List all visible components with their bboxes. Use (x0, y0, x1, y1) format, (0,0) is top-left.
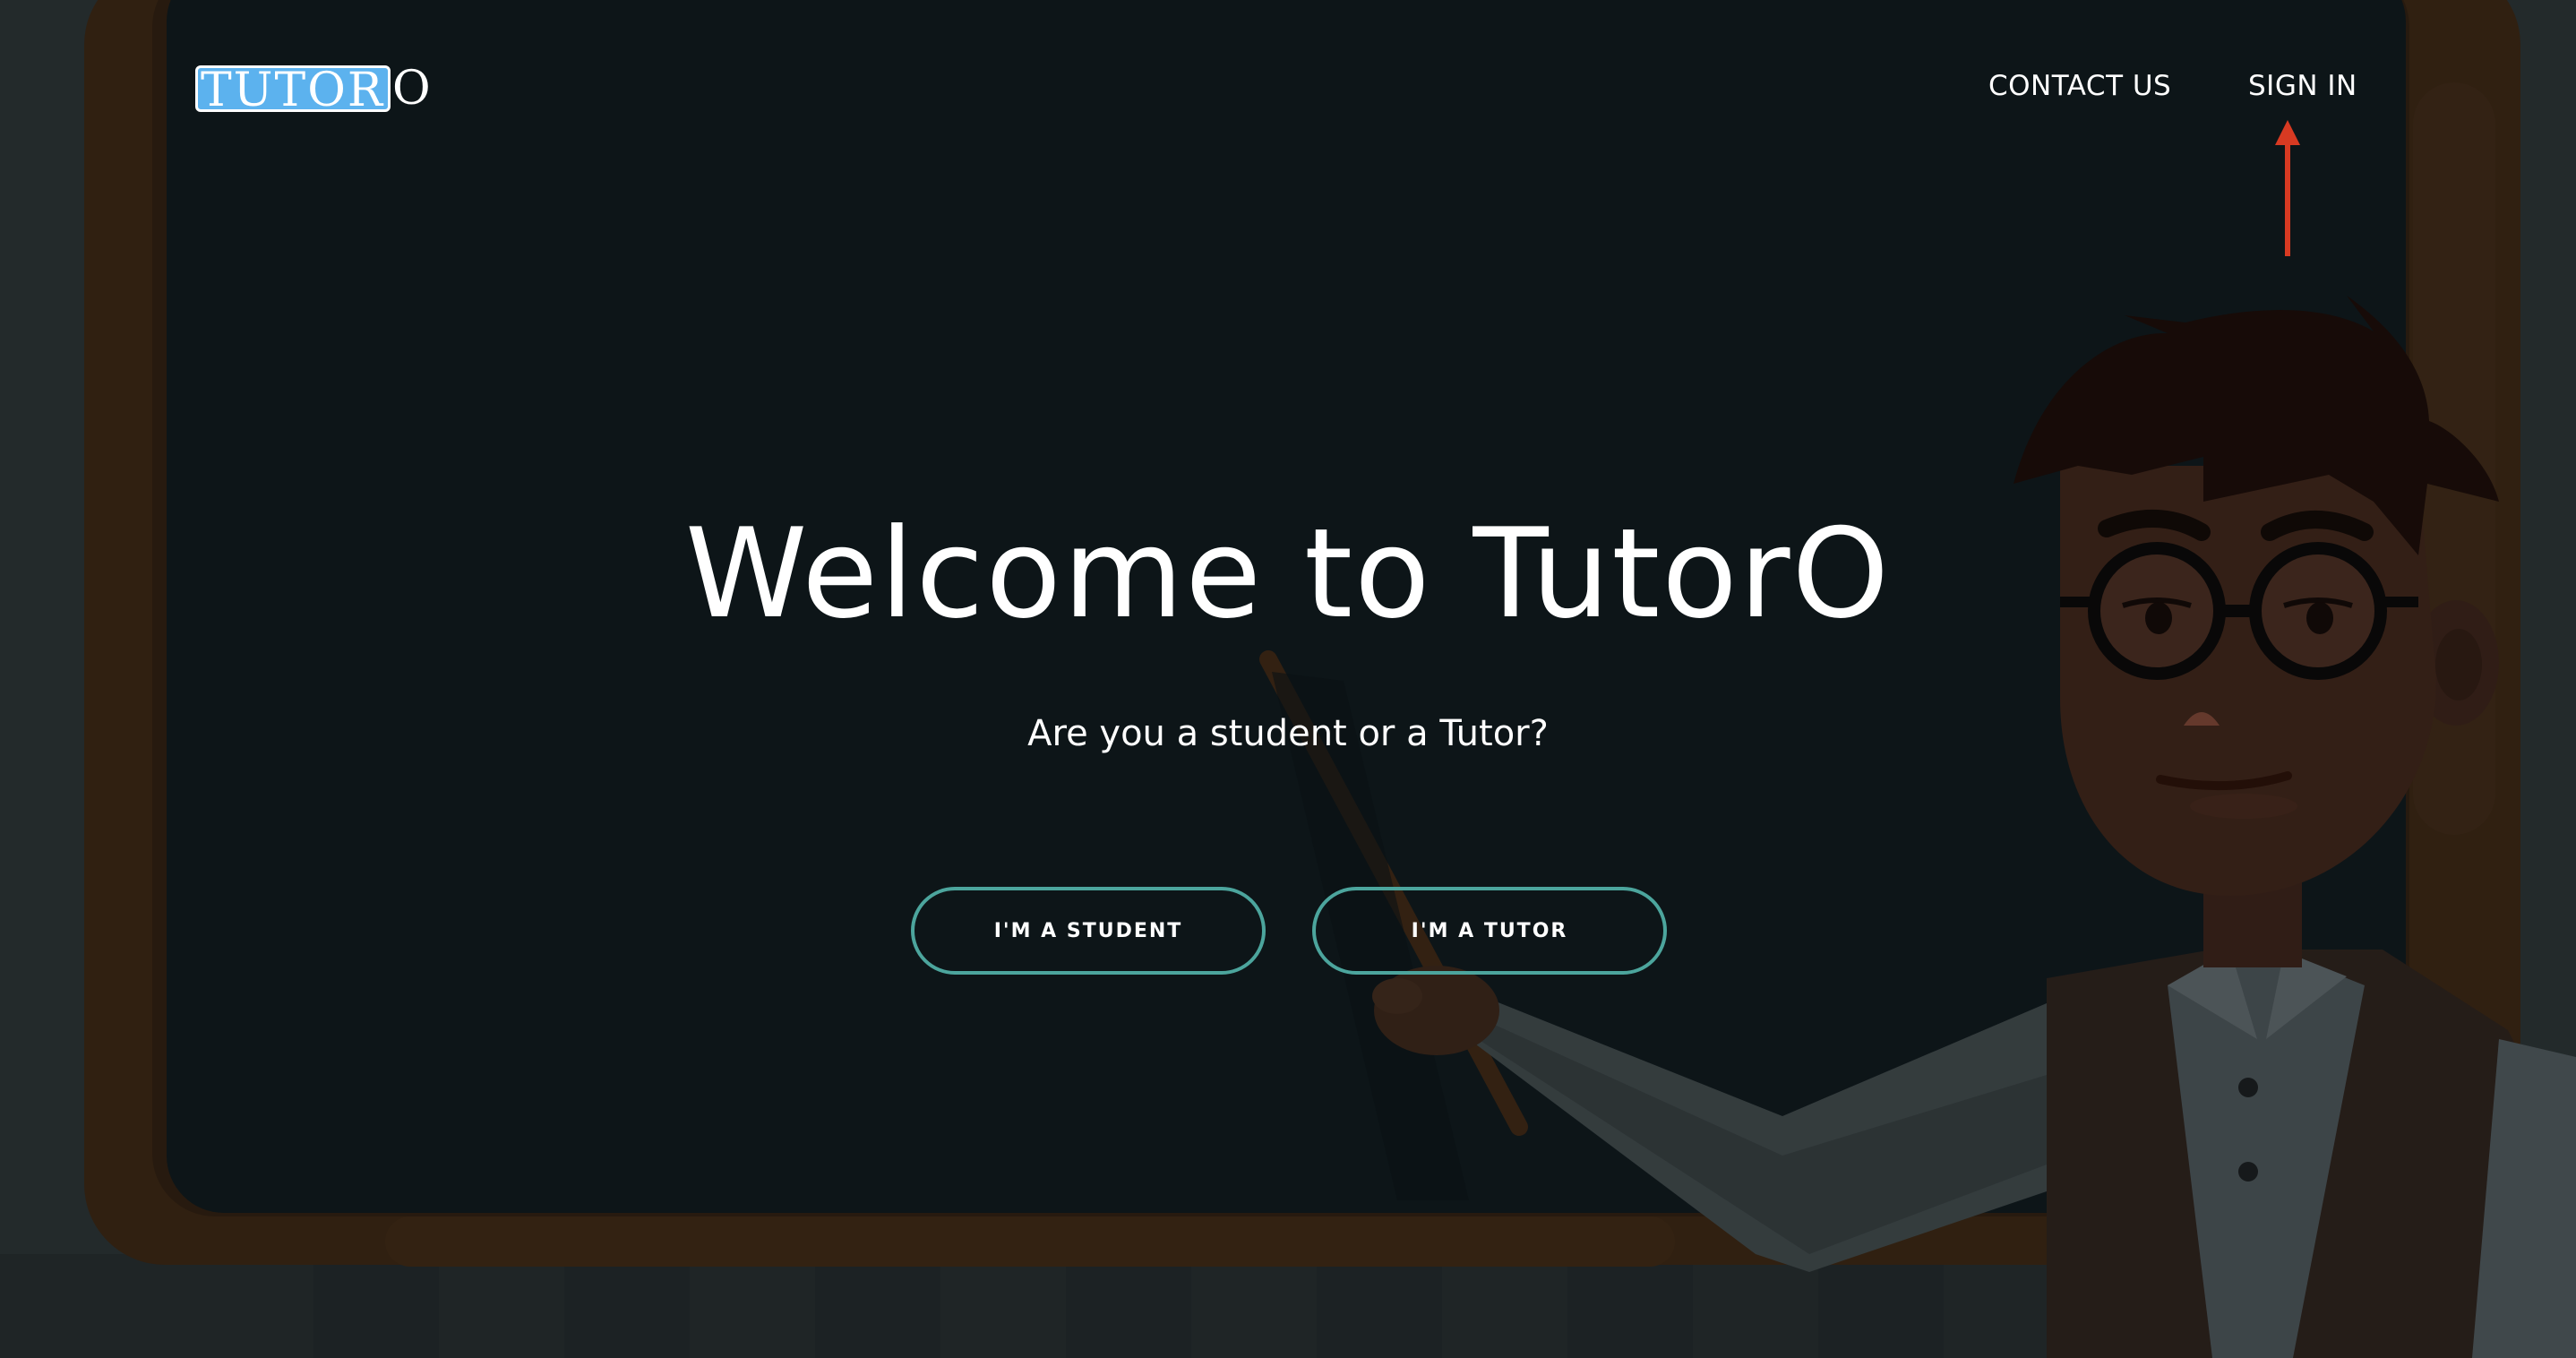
hero-subtitle: Are you a student or a Tutor? (1027, 713, 1549, 754)
im-a-tutor-button[interactable]: I'M A TUTOR (1312, 887, 1667, 975)
up-arrow-icon (2275, 120, 2300, 256)
tutoro-logo[interactable]: TUTOR O (195, 62, 433, 116)
logo-boxed-text: TUTOR (195, 65, 391, 114)
hero-section (0, 0, 2576, 1358)
im-a-student-button[interactable]: I'M A STUDENT (911, 887, 1266, 975)
teacher-chalkboard-illustration (0, 0, 2576, 1358)
sign-in-link[interactable]: SIGN IN (2248, 70, 2357, 102)
logo-tail-text: O (391, 62, 433, 116)
hero-title: Welcome to TutorO (684, 502, 1892, 646)
contact-us-link[interactable]: CONTACT US (1988, 70, 2171, 102)
